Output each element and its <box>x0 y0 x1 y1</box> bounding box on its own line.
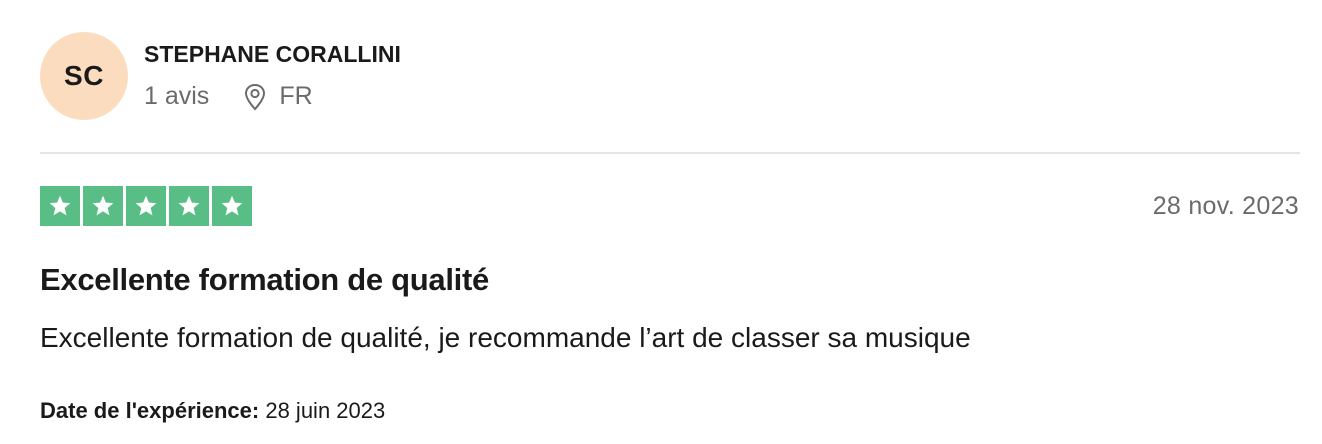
review-title[interactable]: Excellente formation de qualité <box>40 262 489 298</box>
review-count: 1 avis <box>144 82 210 110</box>
star-icon <box>126 186 166 226</box>
reviewer-header: SC STEPHANE CORALLINI 1 avis FR <box>40 32 1300 122</box>
review-body: Excellente formation de qualité, je reco… <box>40 322 971 353</box>
star-rating <box>40 186 252 226</box>
experience-date: Date de l'expérience: 28 juin 2023 <box>40 398 385 424</box>
reviewer-meta: 1 avis FR <box>144 82 313 111</box>
star-icon <box>169 186 209 226</box>
star-icon <box>83 186 123 226</box>
avatar-initials: SC <box>64 60 104 91</box>
star-icon <box>40 186 80 226</box>
reviewer-name[interactable]: STEPHANE CORALLINI <box>144 41 401 68</box>
review-date: 28 nov. 2023 <box>1152 192 1299 220</box>
reviewer-country: FR <box>279 82 313 110</box>
avatar[interactable]: SC <box>40 32 128 120</box>
star-icon <box>212 186 252 226</box>
map-pin-icon <box>243 83 267 111</box>
divider <box>40 152 1300 154</box>
experience-date-value: 28 juin 2023 <box>265 398 386 423</box>
experience-date-label: Date de l'expérience: <box>40 398 260 423</box>
review-card: SC STEPHANE CORALLINI 1 avis FR 28 nov. … <box>40 0 1300 444</box>
